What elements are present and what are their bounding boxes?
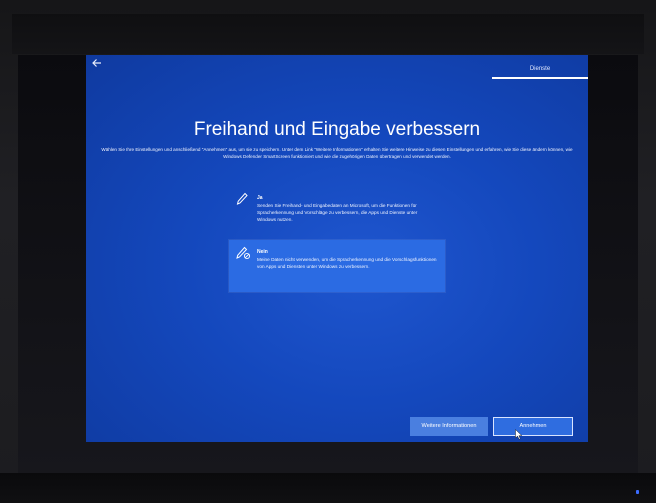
- power-led-icon: [636, 490, 639, 494]
- pen-off-icon: [235, 246, 251, 260]
- option-yes[interactable]: Ja Senden Sie Freihand- und Eingabedaten…: [229, 186, 445, 234]
- monitor-bezel-top: [12, 14, 644, 54]
- step-tab-indicator: [492, 77, 588, 79]
- back-arrow-icon[interactable]: [90, 56, 104, 70]
- monitor-bezel-bottom: [0, 473, 656, 503]
- option-no-text: Meine Daten nicht verwenden, um die Spra…: [257, 257, 437, 270]
- option-no[interactable]: Nein Meine Daten nicht verwenden, um die…: [229, 240, 445, 292]
- pen-icon: [235, 192, 249, 206]
- option-yes-title: Ja: [257, 195, 263, 201]
- option-yes-text: Senden Sie Freihand- und Eingabedaten an…: [257, 203, 418, 223]
- option-no-title: Nein: [257, 249, 268, 255]
- more-info-button[interactable]: Weitere Informationen: [410, 417, 488, 436]
- page-title: Freihand und Eingabe verbessern: [193, 119, 481, 140]
- accept-button[interactable]: Annehmen: [493, 417, 573, 436]
- step-tab-dienste: Dienste: [529, 66, 551, 72]
- page-description: Wählen Sie Ihre Einstellungen und anschl…: [101, 147, 573, 160]
- mouse-cursor-icon: [515, 427, 523, 440]
